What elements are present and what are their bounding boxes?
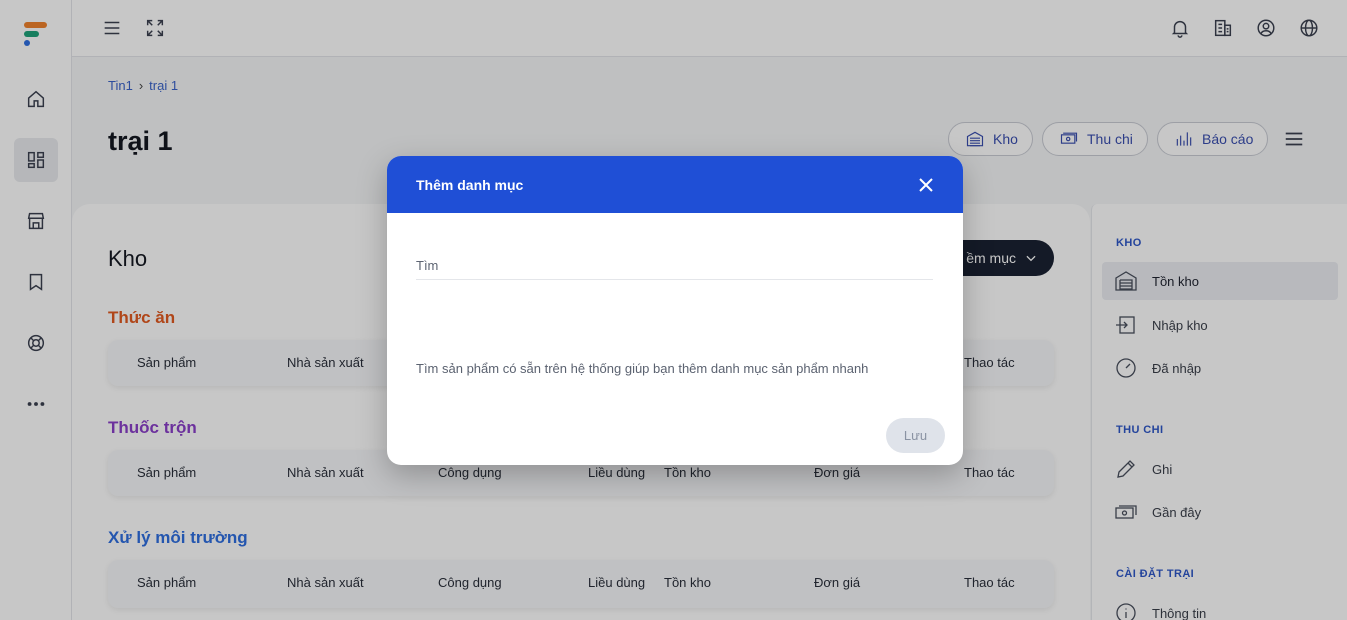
dialog-hint: Tìm sản phẩm có sẵn trên hệ thống giúp b… bbox=[416, 361, 869, 376]
search-input[interactable] bbox=[416, 252, 933, 280]
close-icon[interactable] bbox=[916, 175, 936, 195]
add-category-dialog: Thêm danh mục Tìm sản phẩm có sẵn trên h… bbox=[387, 156, 963, 465]
save-button[interactable]: Lưu bbox=[886, 418, 945, 453]
dialog-header: Thêm danh mục bbox=[387, 156, 963, 213]
dialog-title: Thêm danh mục bbox=[416, 177, 524, 193]
